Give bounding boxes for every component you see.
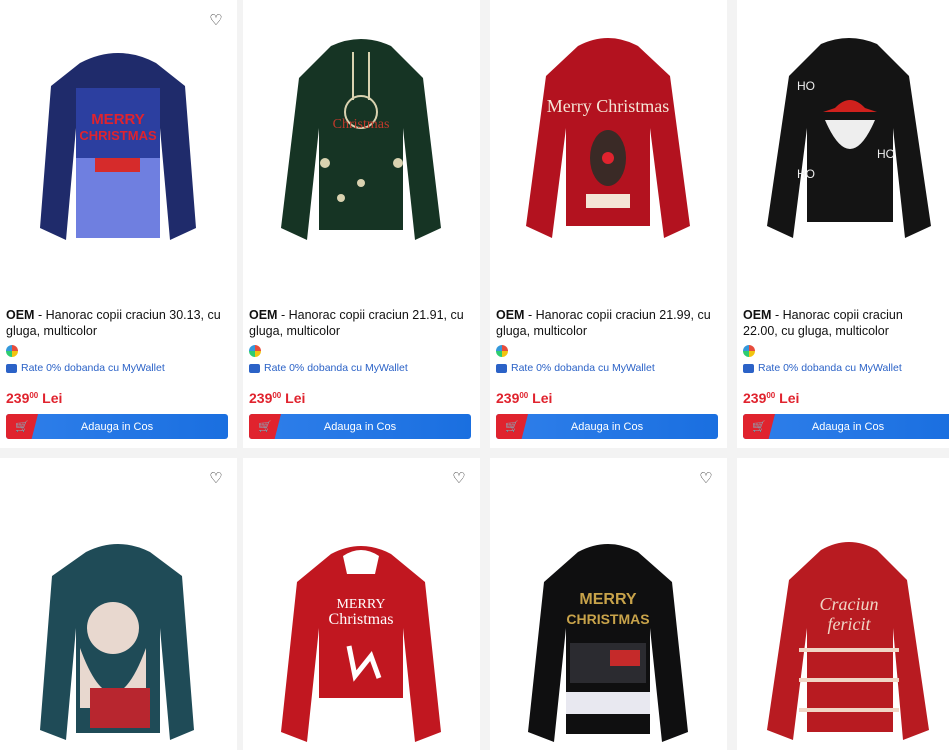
- cart-icon: 🛒: [743, 414, 775, 439]
- wallet-icon: [743, 363, 754, 373]
- product-title[interactable]: OEM - Hanorac copii craciun 30.13, cu gl…: [6, 307, 229, 339]
- svg-text:fericit: fericit: [828, 614, 872, 634]
- installments-info[interactable]: Rate 0% dobanda cu MyWallet: [6, 362, 165, 374]
- product-card[interactable]: ♡ MERRY CHRISTMAS OEM - Hanorac copii cr…: [0, 0, 237, 448]
- price-int: 239: [6, 390, 30, 406]
- product-card[interactable]: HO HO HO OEM - Hanorac copii craciun 22.…: [737, 0, 949, 448]
- installments-info[interactable]: Rate 0% dobanda cu MyWallet: [249, 362, 408, 374]
- cart-icon: 🛒: [6, 414, 38, 439]
- currency: Lei: [779, 390, 800, 406]
- wallet-icon: [6, 363, 17, 373]
- price-dec: 00: [519, 391, 529, 400]
- add-to-cart-button[interactable]: 🛒 Adauga in Cos: [6, 414, 228, 439]
- cart-icon: 🛒: [249, 414, 281, 439]
- color-swatch: [496, 345, 508, 357]
- svg-text:HO: HO: [877, 147, 895, 161]
- product-image[interactable]: MERRY CHRISTMAS: [490, 478, 727, 750]
- button-label: Adauga in Cos: [570, 420, 644, 433]
- product-image[interactable]: Christmas: [243, 8, 480, 288]
- product-card[interactable]: Merry Christmas OEM - Hanorac copii crac…: [490, 0, 727, 448]
- rate-text: Rate 0% dobanda cu MyWallet: [21, 362, 165, 374]
- color-swatch: [743, 345, 755, 357]
- add-to-cart-button[interactable]: 🛒 Adauga in Cos: [249, 414, 471, 439]
- wallet-icon: [249, 363, 260, 373]
- product-image[interactable]: [0, 478, 237, 750]
- price: 23900 Lei: [249, 390, 305, 406]
- svg-text:CHRISTMAS: CHRISTMAS: [79, 128, 157, 143]
- price: 23900 Lei: [743, 390, 799, 406]
- rate-text: Rate 0% dobanda cu MyWallet: [264, 362, 408, 374]
- price-dec: 00: [29, 391, 39, 400]
- product-card[interactable]: ♡ MERRY CHRISTMAS: [490, 458, 727, 750]
- currency: Lei: [42, 390, 63, 406]
- svg-text:HO: HO: [797, 79, 815, 93]
- product-image[interactable]: MERRY Christmas: [243, 478, 480, 750]
- svg-text:Merry Christmas: Merry Christmas: [547, 96, 669, 116]
- svg-text:MERRY: MERRY: [336, 597, 385, 612]
- add-to-cart-button[interactable]: 🛒 Adauga in Cos: [496, 414, 718, 439]
- svg-text:MERRY: MERRY: [579, 591, 637, 608]
- product-card[interactable]: ♡: [0, 458, 237, 750]
- price-int: 239: [743, 390, 767, 406]
- title-text: Hanorac copii craciun 21.99, cu gluga, m…: [496, 308, 711, 338]
- price: 23900 Lei: [496, 390, 552, 406]
- brand: OEM: [743, 308, 772, 322]
- svg-text:Craciun: Craciun: [819, 594, 878, 614]
- product-image[interactable]: Merry Christmas: [490, 8, 727, 288]
- brand: OEM: [249, 308, 278, 322]
- product-card[interactable]: Christmas OEM - Hanorac copii craciun 21…: [243, 0, 480, 448]
- svg-text:Christmas: Christmas: [333, 117, 390, 132]
- brand: OEM: [6, 308, 35, 322]
- installments-info[interactable]: Rate 0% dobanda cu MyWallet: [496, 362, 655, 374]
- product-card[interactable]: Craciun fericit: [737, 458, 949, 750]
- color-swatch: [6, 345, 18, 357]
- button-label: Adauga in Cos: [323, 420, 397, 433]
- price-dec: 00: [766, 391, 776, 400]
- wallet-icon: [496, 363, 507, 373]
- svg-text:MERRY: MERRY: [91, 111, 145, 128]
- rate-text: Rate 0% dobanda cu MyWallet: [758, 362, 902, 374]
- svg-text:CHRISTMAS: CHRISTMAS: [566, 611, 649, 627]
- button-label: Adauga in Cos: [811, 420, 885, 433]
- product-title[interactable]: OEM - Hanorac copii craciun 21.99, cu gl…: [496, 307, 719, 339]
- cart-icon: 🛒: [496, 414, 528, 439]
- currency: Lei: [532, 390, 553, 406]
- product-image[interactable]: HO HO HO: [737, 8, 949, 288]
- installments-info[interactable]: Rate 0% dobanda cu MyWallet: [743, 362, 902, 374]
- product-title[interactable]: OEM - Hanorac copii craciun 21.91, cu gl…: [249, 307, 472, 339]
- price-dec: 00: [272, 391, 282, 400]
- svg-text:Christmas: Christmas: [329, 611, 394, 628]
- price-int: 239: [249, 390, 273, 406]
- title-text: Hanorac copii craciun 21.91, cu gluga, m…: [249, 308, 464, 338]
- price: 23900 Lei: [6, 390, 62, 406]
- product-card[interactable]: ♡ MERRY Christmas: [243, 458, 480, 750]
- rate-text: Rate 0% dobanda cu MyWallet: [511, 362, 655, 374]
- button-label: Adauga in Cos: [80, 420, 154, 433]
- product-image[interactable]: MERRY CHRISTMAS: [0, 8, 237, 288]
- currency: Lei: [285, 390, 306, 406]
- brand: OEM: [496, 308, 525, 322]
- product-title[interactable]: OEM - Hanorac copii craciun 22.00, cu gl…: [743, 307, 941, 339]
- product-image[interactable]: Craciun fericit: [737, 478, 949, 750]
- color-swatch: [249, 345, 261, 357]
- title-text: Hanorac copii craciun 30.13, cu gluga, m…: [6, 308, 221, 338]
- svg-text:HO: HO: [797, 167, 815, 181]
- price-int: 239: [496, 390, 520, 406]
- add-to-cart-button[interactable]: 🛒 Adauga in Cos: [743, 414, 949, 439]
